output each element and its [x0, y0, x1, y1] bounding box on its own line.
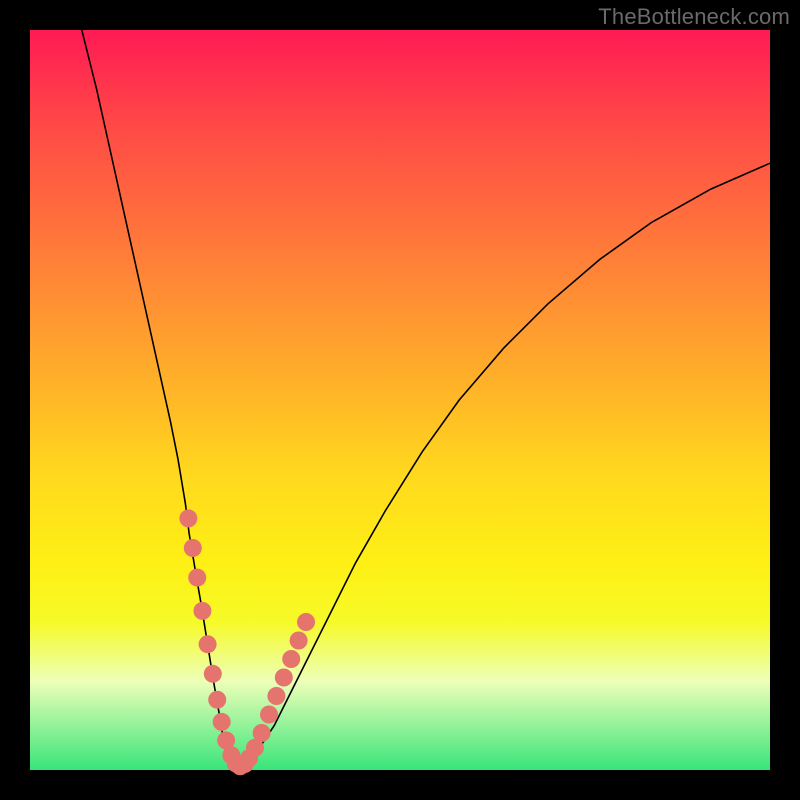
data-marker: [297, 613, 315, 631]
data-marker: [260, 706, 278, 724]
bottleneck-curve: [82, 30, 770, 767]
chart-frame: TheBottleneck.com: [0, 0, 800, 800]
data-marker: [193, 602, 211, 620]
data-marker: [188, 569, 206, 587]
data-marker: [179, 509, 197, 527]
data-marker: [275, 669, 293, 687]
data-marker: [253, 724, 271, 742]
data-marker: [204, 665, 222, 683]
plot-area: [30, 30, 770, 770]
data-marker: [184, 539, 202, 557]
data-marker: [282, 650, 300, 668]
data-marker: [199, 635, 217, 653]
marker-layer: [179, 509, 315, 775]
watermark-text: TheBottleneck.com: [598, 4, 790, 30]
data-marker: [290, 632, 308, 650]
data-marker: [267, 687, 285, 705]
data-marker: [208, 691, 226, 709]
data-marker: [213, 713, 231, 731]
chart-svg: [30, 30, 770, 770]
